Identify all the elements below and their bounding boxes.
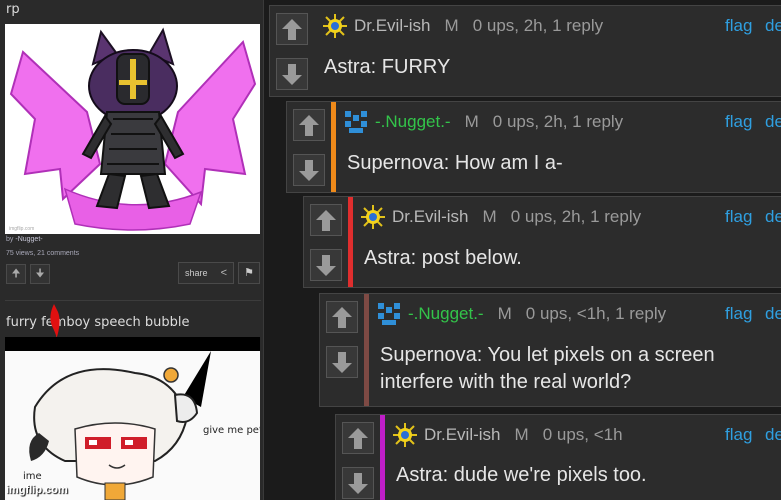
flag-link[interactable]: flag <box>725 304 752 324</box>
downvote-button[interactable] <box>276 58 308 90</box>
comment-text: Supernova: How am I a- <box>347 152 563 174</box>
arrow-up-icon <box>332 307 352 328</box>
gender-label: M <box>464 112 479 131</box>
comment-username[interactable]: -.Nugget.- <box>408 304 484 324</box>
delete-link[interactable]: de <box>765 304 781 324</box>
white-haired-character-drawing: give me pets!! ime <box>5 337 260 500</box>
arrow-down-icon <box>332 352 352 373</box>
post-title[interactable]: furry femboy speech bubble <box>6 315 190 330</box>
comment: Dr.Evil-ish M 0 ups, 2h, 1 reply flag de… <box>269 5 781 97</box>
post-upvote-button[interactable]: 🠉 <box>6 264 26 284</box>
pixel-icon <box>378 303 400 325</box>
sun-icon <box>323 14 347 38</box>
comment-username[interactable]: Dr.Evil-ish <box>424 425 501 445</box>
post-downvote-button[interactable]: 🠋 <box>30 264 50 284</box>
arrow-down-icon <box>299 160 319 181</box>
post-flag-button[interactable]: ⚑ <box>238 262 260 284</box>
arrow-down-icon: 🠋 <box>35 268 45 280</box>
speech-text: give me pets!! <box>203 425 260 436</box>
arrow-down-icon <box>282 64 302 85</box>
delete-link[interactable]: de <box>765 16 781 36</box>
sun-icon <box>361 205 385 229</box>
flag-link[interactable]: flag <box>725 112 752 132</box>
winged-character-drawing: imgflip.com <box>9 27 257 232</box>
imgflip-watermark: imgflip.com <box>6 484 68 496</box>
comment: -.Nugget.- M 0 ups, <1h, 1 reply flag de… <box>319 293 781 407</box>
left-post-column: rp imgflip.com by -Nugget- 75 views, 21 … <box>0 0 264 500</box>
side-text: ime <box>23 471 42 482</box>
delete-link[interactable]: de <box>765 112 781 132</box>
pixel-icon <box>345 111 367 133</box>
upvote-button[interactable] <box>326 301 358 333</box>
comment-username[interactable]: -.Nugget.- <box>375 112 451 132</box>
upvote-button[interactable] <box>310 204 342 236</box>
downvote-button[interactable] <box>326 346 358 378</box>
comment-stats: 0 ups, 2h, 1 reply <box>492 112 624 131</box>
post-stats: 75 views, 21 comments <box>6 250 80 257</box>
delete-link[interactable]: de <box>765 207 781 227</box>
red-scribble-mark <box>50 304 60 340</box>
comment-username[interactable]: Dr.Evil-ish <box>392 207 469 227</box>
downvote-button[interactable] <box>293 154 325 186</box>
upvote-button[interactable] <box>276 13 308 45</box>
flag-link[interactable]: flag <box>725 207 752 227</box>
post-title[interactable]: rp <box>6 2 20 17</box>
post-image[interactable]: imgflip.com <box>5 24 260 234</box>
post-author: by -Nugget- <box>6 236 43 243</box>
flag-link[interactable]: flag <box>725 16 752 36</box>
downvote-button[interactable] <box>310 249 342 281</box>
post-image[interactable]: give me pets!! ime <box>5 337 260 500</box>
downvote-button[interactable] <box>342 467 374 499</box>
thread-accent-bar <box>348 197 353 287</box>
arrow-down-icon <box>316 255 336 276</box>
flag-icon: ⚑ <box>244 267 254 279</box>
arrow-down-icon <box>348 473 368 494</box>
comment-stats: 0 ups, <1h <box>542 425 623 444</box>
delete-link[interactable]: de <box>765 425 781 445</box>
arrow-up-icon <box>316 210 336 231</box>
upvote-button[interactable] <box>293 109 325 141</box>
gender-label: M <box>444 16 459 35</box>
arrow-up-icon <box>282 19 302 40</box>
arrow-up-icon <box>299 115 319 136</box>
thread-accent-bar <box>331 102 336 192</box>
share-button[interactable]: share < <box>178 262 234 284</box>
comment-stats: 0 ups, <1h, 1 reply <box>525 304 667 323</box>
arrow-up-icon <box>348 428 368 449</box>
comment: -.Nugget.- M 0 ups, 2h, 1 reply flag de … <box>286 101 781 193</box>
comment-stats: 0 ups, 2h, 1 reply <box>472 16 604 35</box>
share-icon: < <box>220 267 227 279</box>
post-author-link[interactable]: -Nugget- <box>15 236 42 243</box>
gender-label: M <box>514 425 529 444</box>
gender-label: M <box>482 207 497 226</box>
comment-text-line-2: interfere with the real world? <box>380 371 632 393</box>
svg-text:imgflip.com: imgflip.com <box>9 226 34 232</box>
page: rp imgflip.com by -Nugget- 75 views, 21 … <box>0 0 781 500</box>
flag-link[interactable]: flag <box>725 425 752 445</box>
comment: Dr.Evil-ish M 0 ups, 2h, 1 reply flag de… <box>303 196 781 288</box>
comment: Dr.Evil-ish M 0 ups, <1h flag de Astra: … <box>335 414 781 500</box>
sun-icon <box>393 423 417 447</box>
upvote-button[interactable] <box>342 422 374 454</box>
comment-text-line-1: Supernova: You let pixels on a screen <box>380 344 715 366</box>
thread-accent-bar <box>380 415 385 500</box>
comment-text: Astra: dude we're pixels too. <box>396 464 647 486</box>
comment-stats: 0 ups, 2h, 1 reply <box>510 207 642 226</box>
comment-username[interactable]: Dr.Evil-ish <box>354 16 431 36</box>
comment-text: Astra: FURRY <box>324 56 451 78</box>
arrow-up-icon: 🠉 <box>11 268 21 280</box>
gender-label: M <box>497 304 512 323</box>
thread-accent-bar <box>364 294 369 406</box>
comment-text: Astra: post below. <box>364 247 522 269</box>
post-divider <box>5 300 261 301</box>
